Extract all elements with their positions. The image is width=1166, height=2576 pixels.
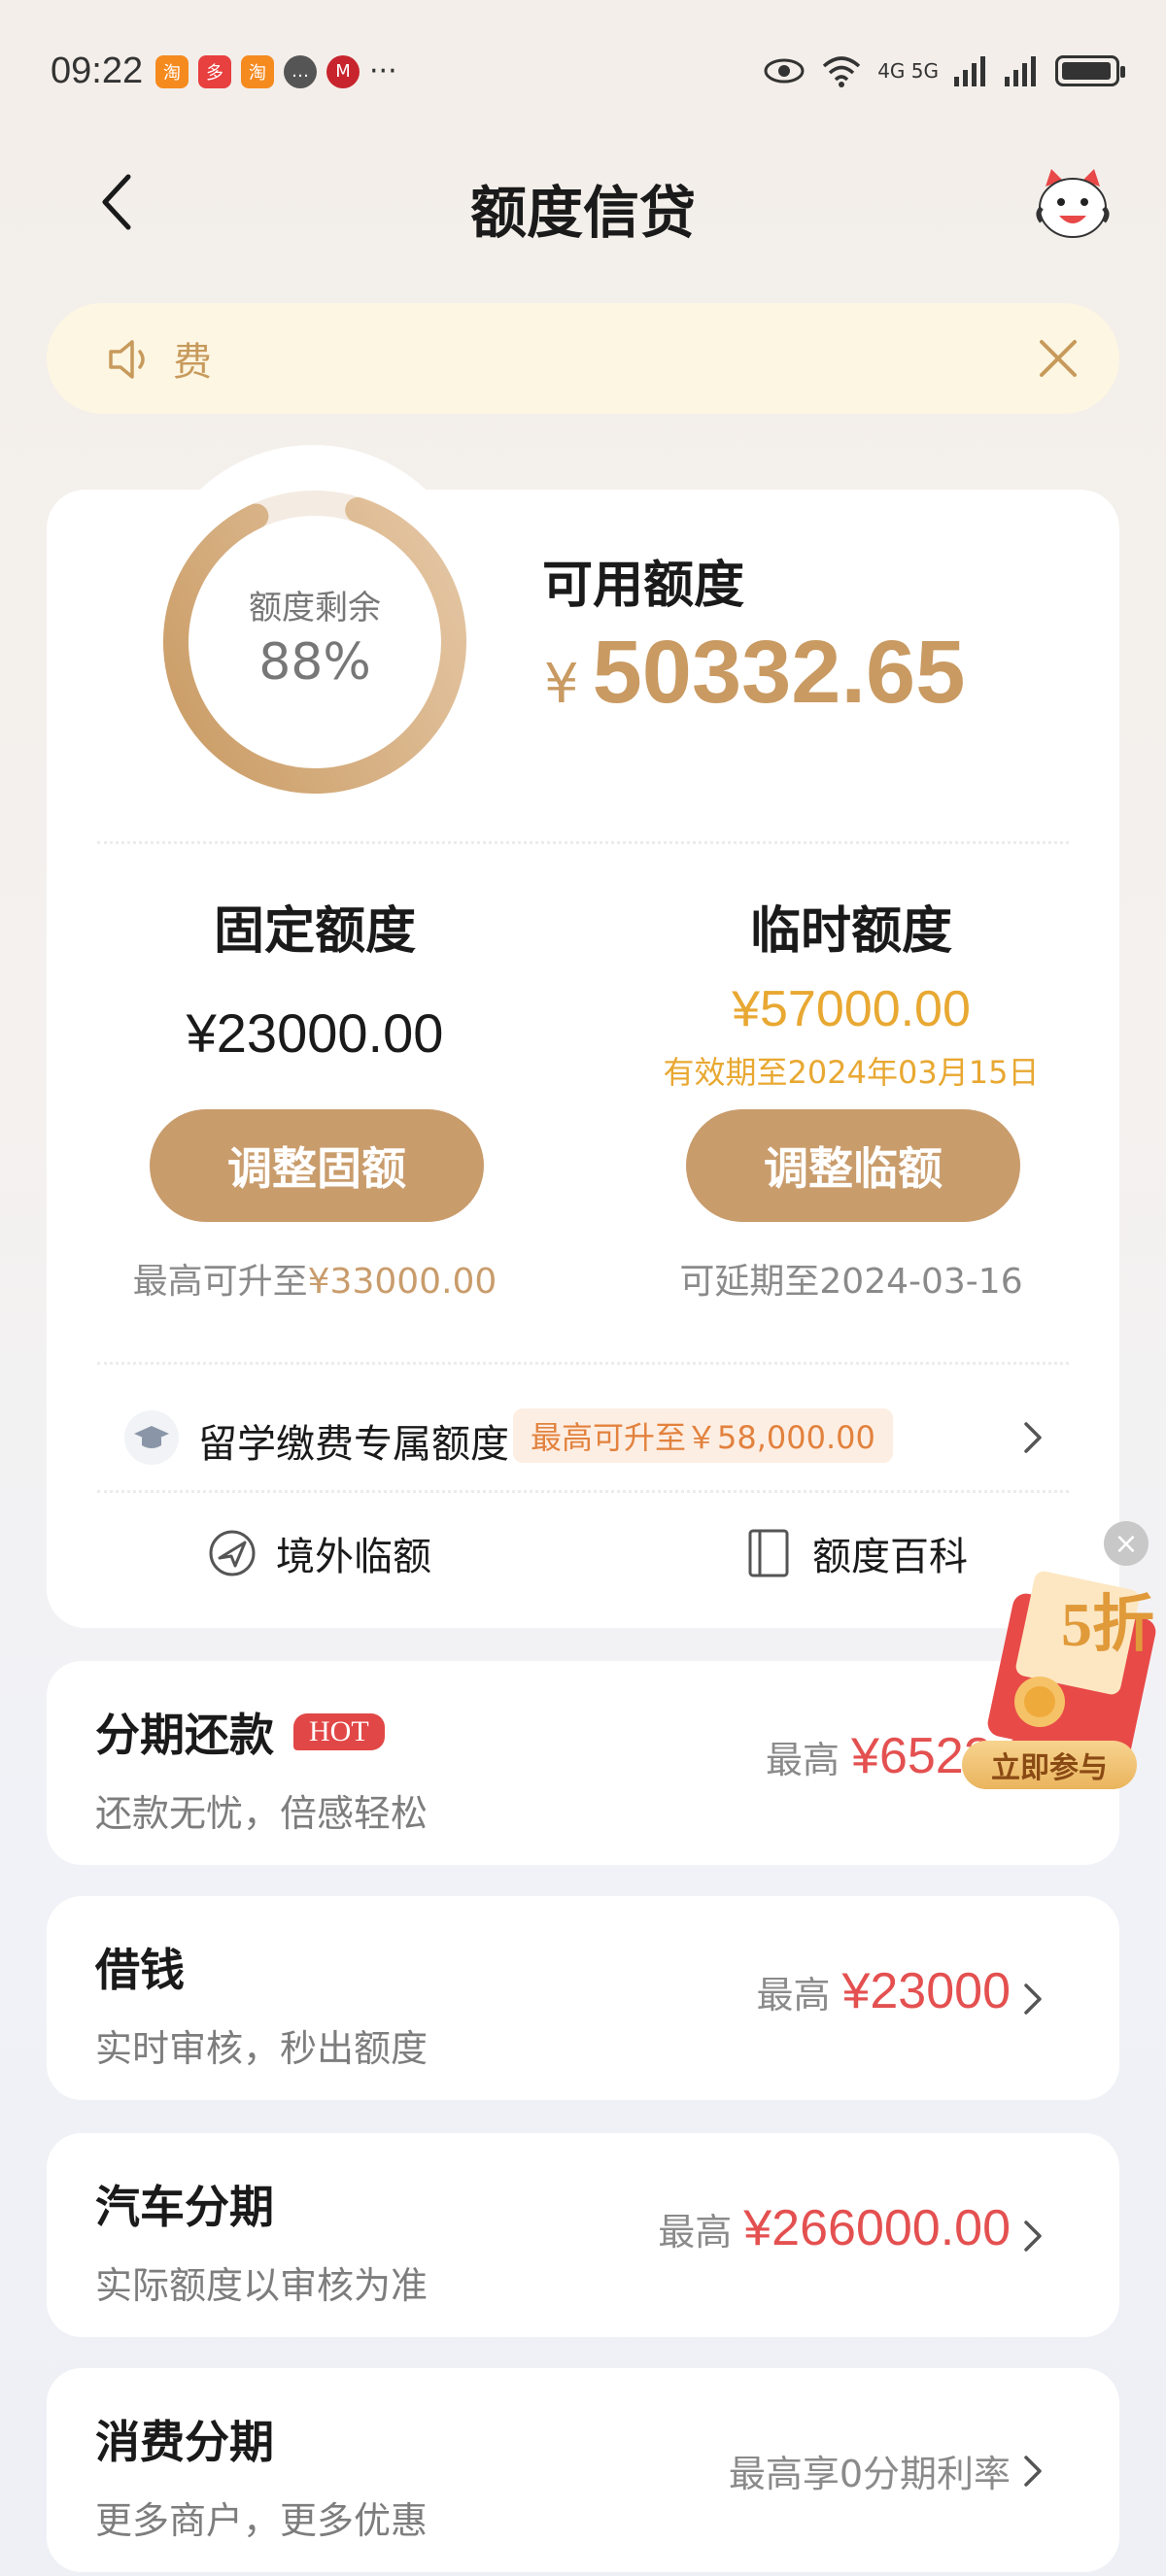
plane-icon — [209, 1530, 256, 1576]
borrow-money-card[interactable]: 借钱 实时审核，秒出额度 最高 ¥23000 — [47, 1896, 1119, 2100]
taobao-icon: 淘 — [155, 54, 189, 88]
product-amount: 最高 ¥23000 — [756, 1962, 1011, 2020]
study-abroad-credit-row[interactable]: 留学缴费专属额度 最高可升至￥58,000.00 — [47, 1389, 1119, 1486]
product-amount-prefix: 最高 — [658, 2211, 733, 2254]
ring-percent: 88% — [258, 633, 371, 692]
product-amount-value: ¥266000.00 — [743, 2200, 1011, 2256]
fixed-max-value: ¥33000.00 — [307, 1262, 497, 1302]
network-indicator: 4G 5G — [877, 59, 939, 83]
product-title: 消费分期 — [95, 2416, 274, 2468]
divider — [97, 1490, 1069, 1493]
credit-wiki-label: 额度百科 — [812, 1535, 968, 1579]
notice-text: 费 — [173, 340, 212, 385]
promo-close-button[interactable]: × — [1104, 1521, 1149, 1566]
fixed-max-note: 最高可升至¥33000.00 — [62, 1253, 567, 1304]
taobao-icon: 淘 — [241, 54, 274, 88]
battery-icon — [1055, 55, 1125, 86]
book-icon — [748, 1529, 789, 1577]
product-amount: 最高 ¥266000.00 — [658, 2199, 1011, 2257]
product-amount-prefix: 最高 — [766, 1739, 840, 1781]
product-title-text: 分期还款 — [95, 1709, 274, 1761]
temporary-valid-date: 有效期至2024年03月15日 — [663, 1054, 1040, 1091]
adjust-fixed-button[interactable]: 调整固额 — [150, 1109, 484, 1222]
available-amount: ¥ 50332.65 — [544, 622, 965, 724]
notice-bar[interactable]: 费 — [47, 303, 1119, 414]
fixed-max-prefix: 最高可升至 — [132, 1262, 308, 1302]
shopping-icon: 多 — [198, 54, 231, 88]
bank-icon: M — [326, 54, 360, 88]
wifi-icon — [823, 56, 861, 87]
signal-icon — [1005, 56, 1036, 86]
temporary-extend-note: 可延期至2024-03-16 — [679, 1262, 1023, 1302]
fixed-credit-section: 固定额度 ¥23000.00 — [62, 890, 567, 1065]
product-amount-prefix: 最高 — [756, 1974, 831, 2017]
fixed-credit-amount: ¥23000.00 — [186, 1002, 444, 1064]
fixed-credit-title: 固定额度 — [213, 902, 416, 961]
signal-icon — [954, 56, 985, 86]
graduation-cap-icon — [124, 1410, 179, 1465]
more-icon: ··· — [369, 54, 397, 88]
available-amount-value: 50332.65 — [592, 623, 966, 722]
adjust-temporary-button[interactable]: 调整临额 — [686, 1109, 1020, 1222]
mascot-icon[interactable] — [1034, 165, 1112, 243]
overseas-credit-label: 境外临额 — [276, 1535, 431, 1579]
product-subtitle: 实时审核，秒出额度 — [95, 2027, 429, 2070]
product-title: 分期还款 HOT — [95, 1700, 385, 1764]
product-subtitle: 还款无忧，倍感轻松 — [95, 1792, 429, 1835]
close-icon[interactable] — [1032, 332, 1084, 385]
product-rate-text: 最高享0分期利率 — [728, 2453, 1011, 2495]
speaker-icon — [109, 340, 145, 379]
overseas-credit-link[interactable]: 境外临额 — [206, 1525, 431, 1581]
divider — [97, 841, 1069, 844]
hot-badge: HOT — [293, 1713, 385, 1750]
auto-installment-card[interactable]: 汽车分期 实际额度以审核为准 最高 ¥266000.00 — [47, 2133, 1119, 2337]
study-abroad-label: 留学缴费专属额度 — [198, 1422, 509, 1467]
product-title: 汽车分期 — [95, 2181, 274, 2233]
promo-badge: 5折 — [1061, 1590, 1154, 1659]
currency-symbol: ¥ — [544, 653, 579, 716]
product-subtitle: 实际额度以审核为准 — [95, 2264, 429, 2307]
product-title: 借钱 — [95, 1944, 185, 1996]
product-subtitle: 更多商户，更多优惠 — [95, 2499, 429, 2542]
chevron-right-icon — [1024, 1422, 1042, 1453]
chevron-right-icon — [1024, 2220, 1042, 2252]
consumer-installment-card[interactable]: 消费分期 更多商户，更多优惠 最高享0分期利率 — [47, 2368, 1119, 2572]
top-nav: 额度信贷 — [0, 146, 1166, 262]
ring-label: 额度剩余 — [249, 589, 381, 627]
temporary-credit-section: 临时额度 ¥57000.00 有效期至2024年03月15日 — [599, 890, 1104, 1093]
credit-wiki-link[interactable]: 额度百科 — [742, 1525, 968, 1581]
divider — [97, 1362, 1069, 1365]
join-now-button[interactable]: 立即参与 — [962, 1741, 1137, 1789]
product-rate-note: 最高享0分期利率 — [729, 2444, 1011, 2497]
temporary-credit-amount: ¥57000.00 — [732, 981, 971, 1037]
chevron-right-icon — [1024, 2456, 1042, 2487]
message-icon: … — [284, 54, 317, 88]
status-bar: 09:22 淘 多 淘 … M ··· 4G 5G — [0, 0, 1166, 146]
page-title: 额度信贷 — [469, 180, 696, 246]
notification-icons: 淘 多 淘 … M ··· — [155, 54, 397, 88]
product-amount-value: ¥23000 — [841, 1963, 1011, 2019]
temporary-credit-title: 临时额度 — [749, 902, 952, 961]
available-label: 可用额度 — [542, 557, 745, 615]
chevron-right-icon — [1024, 1983, 1042, 2015]
eye-icon — [764, 58, 805, 84]
system-icons: 4G 5G — [763, 54, 1125, 87]
study-abroad-tag: 最高可升至￥58,000.00 — [513, 1408, 893, 1463]
status-time: 09:22 — [51, 51, 144, 91]
